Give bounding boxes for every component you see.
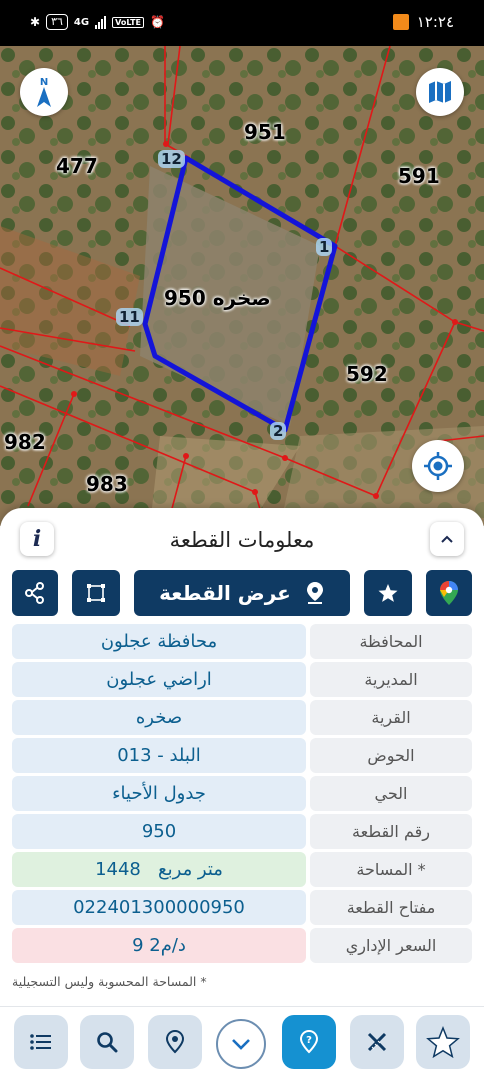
chevron-down-icon <box>232 1039 250 1050</box>
favorites-button[interactable] <box>416 1015 470 1069</box>
polygon-select-icon <box>87 584 105 602</box>
detail-row-district: جدول الأحياء الحي <box>12 776 472 811</box>
parcel-label-592[interactable]: 592 <box>346 362 388 386</box>
parcel-shape-button[interactable] <box>72 570 120 616</box>
google-maps-icon <box>440 581 458 605</box>
question-pin-icon: ? <box>299 1029 319 1054</box>
detail-label: الحي <box>310 776 472 811</box>
chevron-up-icon <box>441 535 453 543</box>
detail-value: صخره <box>12 700 306 735</box>
detail-label: الحوض <box>310 738 472 773</box>
parcel-label-591[interactable]: 591 <box>398 164 440 188</box>
detail-value: 1448 متر مربع <box>12 852 306 887</box>
google-maps-button[interactable] <box>426 570 472 616</box>
list-button[interactable] <box>14 1015 68 1069</box>
detail-row-village: صخره القرية <box>12 700 472 735</box>
detail-label: رقم القطعة <box>310 814 472 849</box>
location-search-button[interactable] <box>148 1015 202 1069</box>
volte-badge: VoLTE <box>112 16 145 28</box>
vertex-label: 2 <box>270 422 287 440</box>
share-button[interactable] <box>12 570 58 616</box>
parcel-label-950[interactable]: صخره 950 <box>164 286 271 310</box>
detail-label: المساحة * <box>310 852 472 887</box>
signal-icon <box>95 15 107 29</box>
panel-title: معلومات القطعة <box>169 528 315 552</box>
bluetooth-icon: ✱ <box>30 15 41 29</box>
action-bar: عرض القطعة <box>0 570 484 616</box>
detail-label: المديرية <box>310 662 472 697</box>
status-icons: ✱ ٣٦ 4G VoLTE ⏰ <box>30 14 165 30</box>
location-pin-icon <box>306 582 323 604</box>
map-layers-button[interactable] <box>416 68 464 116</box>
vertex-label: 12 <box>158 150 185 168</box>
favorite-button[interactable] <box>364 570 412 616</box>
panel-header: i معلومات القطعة <box>0 522 484 562</box>
collapse-button[interactable] <box>430 522 464 556</box>
show-parcel-label: عرض القطعة <box>159 581 291 605</box>
detail-value: 9 د/م2 <box>12 928 306 963</box>
network-type: 4G <box>73 16 90 28</box>
share-icon <box>25 582 44 604</box>
battery-indicator: ٣٦ <box>46 14 68 30</box>
search-button[interactable] <box>80 1015 134 1069</box>
measure-tools-icon <box>367 1032 387 1052</box>
detail-label: القرية <box>310 700 472 735</box>
bottom-navigation: ? <box>0 1006 484 1080</box>
star-icon <box>378 584 398 602</box>
status-time: ١٢:٢٤ <box>416 13 454 31</box>
search-icon <box>97 1032 118 1053</box>
alarm-icon: ⏰ <box>150 15 165 29</box>
detail-row-admin-price: 9 د/م2 السعر الإداري <box>12 928 472 963</box>
crosshair-icon <box>424 452 452 480</box>
map-icon <box>429 81 451 103</box>
parcel-label-477[interactable]: 477 <box>56 154 98 178</box>
show-parcel-button[interactable]: عرض القطعة <box>134 570 350 616</box>
parcel-label-983[interactable]: 983 <box>86 472 128 496</box>
area-footnote: * المساحة المحسوبة وليس التسجيلية <box>12 974 207 989</box>
identify-parcel-button[interactable]: ? <box>282 1015 336 1069</box>
detail-value: جدول الأحياء <box>12 776 306 811</box>
detail-value: محافظة عجلون <box>12 624 306 659</box>
detail-value: اراضي عجلون <box>12 662 306 697</box>
parcel-info-panel: i معلومات القطعة عرض القطعة محافظة عجلون… <box>0 508 484 1080</box>
star-icon <box>426 1026 460 1058</box>
detail-row-directorate: اراضي عجلون المديرية <box>12 662 472 697</box>
detail-label: مفتاح القطعة <box>310 890 472 925</box>
my-location-button[interactable] <box>412 440 464 492</box>
list-icon <box>30 1034 51 1050</box>
app-notification-icon <box>392 14 409 30</box>
detail-row-governorate: محافظة عجلون المحافظة <box>12 624 472 659</box>
vertex-label: 11 <box>116 308 143 326</box>
detail-value: 022401300000950 <box>12 890 306 925</box>
detail-row-parcel-key: 022401300000950 مفتاح القطعة <box>12 890 472 925</box>
svg-text:N: N <box>40 77 48 88</box>
detail-label: المحافظة <box>310 624 472 659</box>
svg-text:?: ? <box>306 1035 312 1046</box>
detail-value: 950 <box>12 814 306 849</box>
detail-label: السعر الإداري <box>310 928 472 963</box>
compass-button[interactable]: N <box>20 68 68 116</box>
detail-row-area: 1448 متر مربع المساحة * <box>12 852 472 887</box>
tools-button[interactable] <box>350 1015 404 1069</box>
vertex-label: 1 <box>316 238 333 256</box>
status-bar: ✱ ٣٦ 4G VoLTE ⏰ ١٢:٢٤ <box>0 0 484 46</box>
detail-row-basin: البلد - 013 الحوض <box>12 738 472 773</box>
expand-toggle-button[interactable] <box>216 1019 266 1069</box>
north-arrow-icon: N <box>37 77 51 107</box>
detail-value: البلد - 013 <box>12 738 306 773</box>
parcel-label-982[interactable]: 982 <box>4 430 46 454</box>
detail-row-parcel-number: 950 رقم القطعة <box>12 814 472 849</box>
status-right: ١٢:٢٤ <box>392 13 454 31</box>
parcel-label-951[interactable]: 951 <box>244 120 286 144</box>
location-pin-icon <box>165 1029 185 1054</box>
map-view[interactable]: N 951 477 591 صخره 950 592 982 983 12 1 … <box>0 46 484 526</box>
